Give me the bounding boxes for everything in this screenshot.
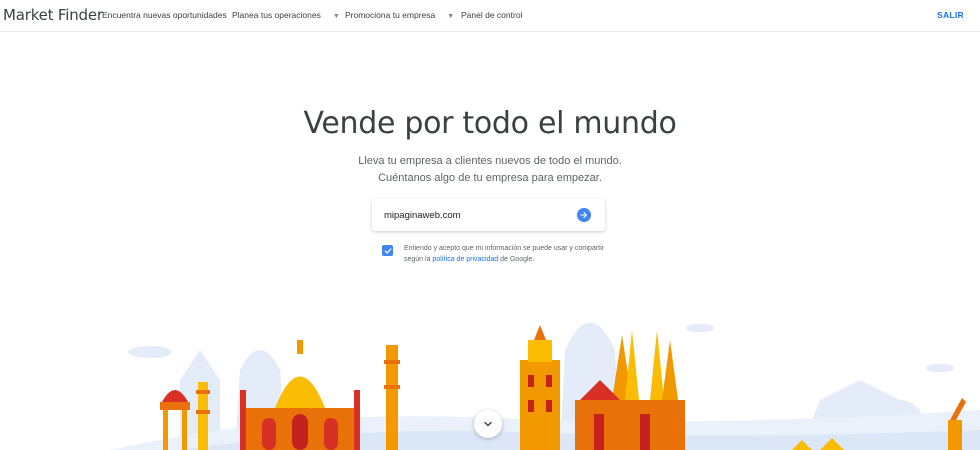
nav-planea-operaciones[interactable]: Planea tus operaciones ▼ — [232, 10, 340, 20]
chevron-down-icon: ▼ — [447, 13, 455, 20]
nav-panel-control[interactable]: Panel de control — [461, 10, 522, 20]
consent-text: Entiendo y acepto que mi información se … — [404, 243, 604, 265]
nav-encuentra-oportunidades[interactable]: Encuentra nuevas oportunidades — [102, 10, 227, 20]
brand-logo[interactable]: Market Finder — [3, 6, 103, 24]
nav-label: Encuentra nuevas oportunidades — [102, 10, 227, 20]
nav-label: Promociona tu empresa — [345, 10, 436, 20]
top-nav-bar: Market Finder Encuentra nuevas oportunid… — [0, 0, 980, 32]
arrow-right-icon — [580, 212, 587, 218]
submit-url-button[interactable] — [577, 208, 591, 222]
nav-label: Panel de control — [461, 10, 523, 20]
website-url-form — [372, 199, 605, 231]
checkmark-icon — [384, 247, 391, 254]
hero-subtitle-line-1: Lleva tu empresa a clientes nuevos de to… — [358, 155, 622, 167]
page-title: Vende por todo el mundo — [303, 106, 677, 141]
scroll-down-button[interactable] — [474, 410, 502, 438]
nav-label: Planea tus operaciones — [232, 10, 321, 20]
website-url-input[interactable] — [384, 205, 564, 225]
consent-checkbox[interactable] — [382, 245, 393, 256]
privacy-policy-link[interactable]: política de privacidad — [432, 256, 498, 263]
chevron-down-icon: ▼ — [332, 13, 340, 20]
chevron-down-icon — [484, 421, 492, 427]
nav-promociona-empresa[interactable]: Promociona tu empresa ▼ — [345, 10, 454, 20]
logout-button[interactable]: SALIR — [937, 10, 964, 20]
hero-subtitle-line-2: Cuéntanos algo de tu empresa para empeza… — [378, 172, 602, 184]
consent-text-after: de Google. — [498, 256, 535, 263]
